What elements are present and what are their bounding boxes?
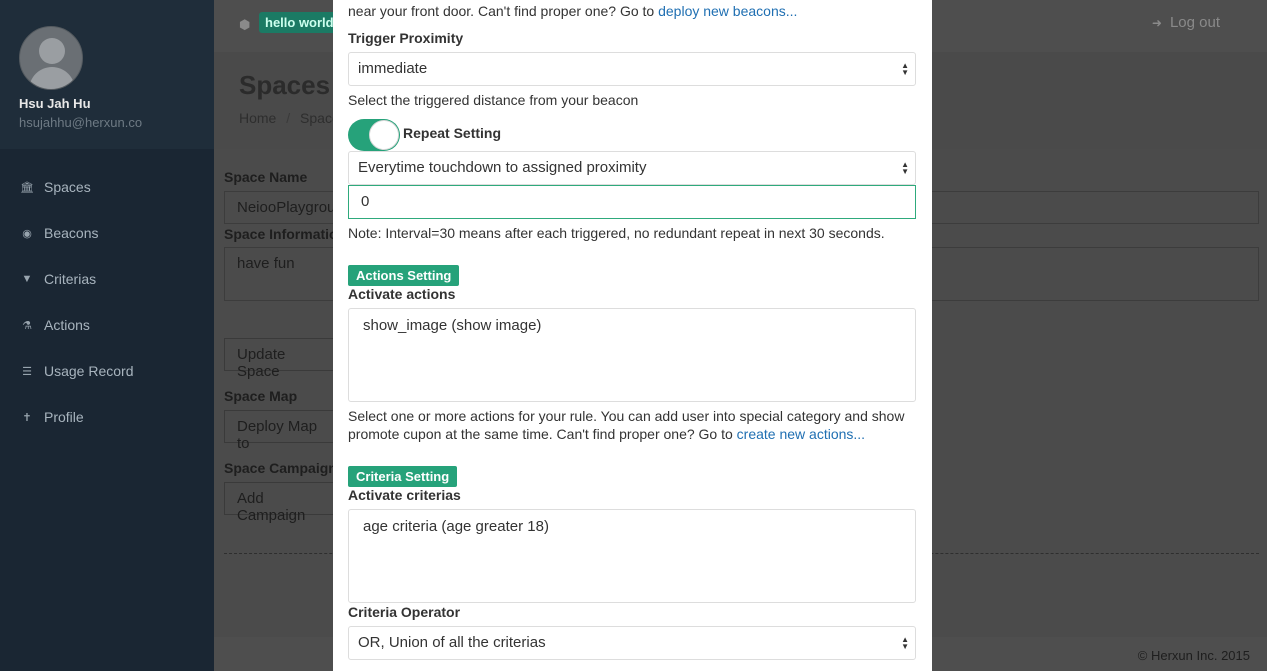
sidebar-item-label: Beacons (44, 225, 99, 241)
page-title: Spaces - (239, 70, 346, 100)
trigger-proximity-value: immediate (358, 60, 428, 77)
trigger-proximity-label: Trigger Proximity (348, 30, 464, 46)
sidebar-item-label: Usage Record (44, 363, 134, 379)
sidebar-item-criterias[interactable]: ▼ Criterias (0, 256, 214, 302)
repeat-toggle[interactable] (348, 119, 400, 151)
actions-multiselect[interactable]: show_image (show image) (348, 308, 916, 402)
sidebar-item-label: Spaces (44, 179, 91, 195)
breadcrumb-home[interactable]: Home (239, 110, 276, 126)
rule-modal: near your front door. Can't find proper … (333, 0, 932, 671)
list-icon: ☰ (22, 365, 32, 378)
user-panel: Hsu Jah Hu hsujahhu@herxun.co (0, 0, 214, 149)
select-arrows-icon: ▲ ▼ (901, 61, 909, 77)
interval-input[interactable]: 0 (348, 185, 916, 219)
actions-setting-tag: Actions Setting (348, 265, 460, 286)
space-map-label: Space Map (224, 388, 298, 404)
criterias-multiselect[interactable]: age criteria (age greater 18) (348, 509, 916, 603)
sidebar-item-spaces[interactable]: 🏛 Spaces (0, 164, 214, 210)
actions-help-line-1: Select one or more actions for your rule… (348, 408, 905, 424)
sidebar-item-actions[interactable]: ⚗ Actions (0, 302, 214, 348)
criteria-operator-label: Criteria Operator (348, 604, 461, 620)
criteria-operator-select[interactable]: OR, Union of all the criterias ▲ ▼ (348, 626, 916, 660)
sidebar-item-profile[interactable]: ✝ Profile (0, 394, 214, 440)
space-info-label: Space Information (224, 226, 347, 242)
sidebar-item-label: Profile (44, 409, 84, 425)
toggle-knob (369, 120, 399, 150)
select-arrows-icon: ▲ ▼ (901, 160, 909, 176)
repeat-mode-select[interactable]: Everytime touchdown to assigned proximit… (348, 151, 916, 185)
criteria-operator-value: OR, Union of all the criterias (358, 634, 546, 651)
avatar (19, 26, 83, 90)
activate-actions-label: Activate actions (348, 286, 456, 302)
logout-link[interactable]: ➜ Log out (1152, 14, 1220, 31)
actions-help-line-2: promote cupon at the same time. Can't fi… (348, 425, 916, 443)
space-name-label: Space Name (224, 169, 308, 185)
trigger-proximity-help: Select the triggered distance from your … (348, 92, 639, 108)
beacon-help-text: near your front door. Can't find proper … (348, 2, 916, 20)
update-space-button[interactable]: Update Space (224, 338, 344, 380)
criteria-option[interactable]: age criteria (age greater 18) (363, 518, 549, 535)
repeat-setting-label: Repeat Setting (403, 125, 502, 141)
sidebar-item-usage-record[interactable]: ☰ Usage Record (0, 348, 214, 394)
filter-icon: ▼ (21, 273, 33, 285)
breadcrumb: Home / Space (239, 110, 340, 126)
sidebar-item-label: Criterias (44, 271, 97, 287)
deploy-beacons-link[interactable]: deploy new beacons... (658, 3, 797, 19)
actions-option[interactable]: show_image (show image) (363, 317, 541, 334)
user-name: Hsu Jah Hu (19, 96, 91, 111)
beacon-help-label: near your front door. Can't find proper … (348, 3, 659, 19)
sidebar-item-beacons[interactable]: ◉ Beacons (0, 210, 214, 256)
actions-help-label: promote cupon at the same time. Can't fi… (348, 426, 737, 442)
activate-criterias-label: Activate criterias (348, 487, 461, 503)
interval-note: Note: Interval=30 means after each trigg… (348, 225, 885, 241)
bank-icon: 🏛 (20, 181, 34, 194)
sidebar-item-label: Actions (44, 317, 90, 333)
space-campaigns-label: Space Campaigns (224, 460, 345, 476)
trigger-proximity-select[interactable]: immediate ▲ ▼ (348, 52, 916, 86)
logout-icon: ➜ (1151, 16, 1162, 30)
add-campaign-button[interactable]: Add Campaign (224, 482, 344, 524)
breadcrumb-separator: / (286, 110, 291, 126)
sidebar: Hsu Jah Hu hsujahhu@herxun.co 🏛 Spaces ◉… (0, 0, 214, 671)
flask-icon: ⚗ (22, 319, 32, 332)
status-badge: hello world (259, 12, 340, 33)
repeat-mode-value: Everytime touchdown to assigned proximit… (358, 159, 647, 176)
select-arrows-icon: ▲ ▼ (901, 635, 909, 651)
user-email: hsujahhu@herxun.co (19, 115, 143, 130)
logout-label: Log out (1169, 14, 1220, 31)
deploy-map-button[interactable]: Deploy Map to (224, 410, 344, 452)
sidebar-nav: 🏛 Spaces ◉ Beacons ▼ Criterias ⚗ Actions… (0, 164, 214, 440)
copyright: © Herxun Inc. 2015 (1137, 648, 1250, 663)
create-actions-link[interactable]: create new actions... (737, 426, 865, 442)
criteria-setting-tag: Criteria Setting (348, 466, 458, 487)
user-icon: ✝ (22, 411, 32, 424)
cube-icon: ⬢ (239, 17, 251, 32)
beacon-icon: ◉ (22, 227, 32, 240)
